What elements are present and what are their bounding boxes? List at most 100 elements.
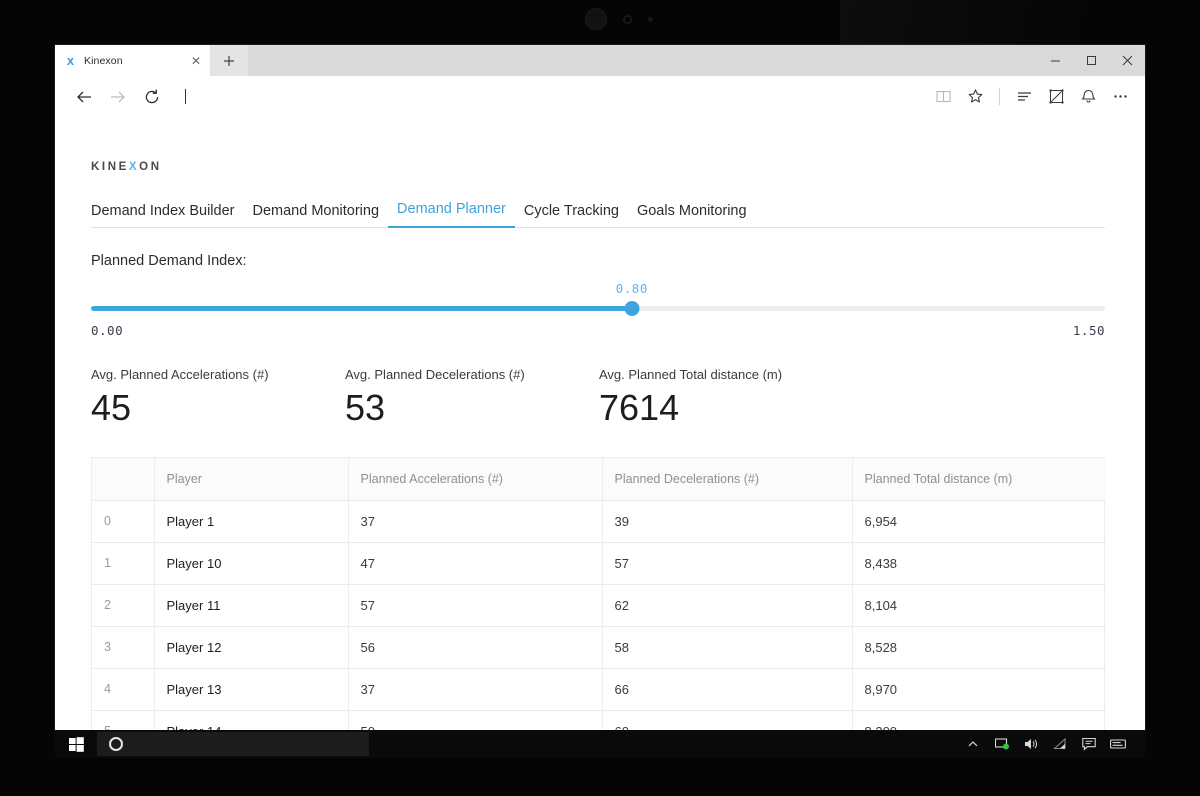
address-bar[interactable]: [175, 83, 924, 111]
display-switch-icon[interactable]: [993, 735, 1011, 753]
column-header-player[interactable]: Player: [154, 457, 349, 501]
windows-taskbar: [55, 730, 1145, 758]
window-controls: [1037, 45, 1145, 76]
kinexon-logo: KINEXON: [91, 161, 1145, 173]
cell-accelerations: 57: [348, 584, 603, 627]
hub-icon[interactable]: [1009, 82, 1039, 112]
brand-prefix: KINE: [91, 161, 129, 173]
tab-strip-empty-area: [248, 45, 1037, 76]
metric-label: Avg. Planned Accelerations (#): [91, 367, 269, 382]
webcam-icon: [585, 8, 607, 30]
cell-index: 0: [92, 500, 155, 543]
action-center-icon[interactable]: [1080, 735, 1098, 753]
table-row: 2 Player 11 57 62 8,104: [92, 584, 1106, 627]
network-icon[interactable]: [1051, 735, 1069, 753]
tab-cycle-tracking[interactable]: Cycle Tracking: [515, 203, 628, 228]
windows-start-icon[interactable]: [55, 730, 97, 758]
new-tab-button[interactable]: [210, 45, 248, 76]
tab-demand-planner[interactable]: Demand Planner: [388, 201, 515, 228]
address-bar-caret: [185, 89, 186, 104]
cell-index: 1: [92, 542, 155, 585]
browser-toolbar-icons: [928, 82, 1135, 112]
web-note-icon[interactable]: [1041, 82, 1071, 112]
browser-tab-title: Kinexon: [84, 54, 123, 67]
planned-demand-table: Player Planned Accelerations (#) Planned…: [91, 456, 1106, 730]
table-row: 4 Player 13 37 66 8,970: [92, 668, 1106, 711]
refresh-icon[interactable]: [135, 80, 169, 114]
browser-tab-strip: x Kinexon ✕: [55, 45, 1145, 76]
cell-player: Player 13: [154, 668, 349, 711]
share-icon[interactable]: [1073, 82, 1103, 112]
column-header-index[interactable]: [92, 457, 155, 501]
cell-total-distance: 6,954: [852, 500, 1106, 543]
metric-label: Avg. Planned Decelerations (#): [345, 367, 525, 382]
cell-player: Player 11: [154, 584, 349, 627]
system-tray: [964, 735, 1145, 753]
cortana-search-box[interactable]: [97, 732, 369, 756]
restore-icon[interactable]: [1073, 45, 1109, 76]
slider-fill: [91, 306, 632, 311]
tab-goals-monitoring[interactable]: Goals Monitoring: [628, 203, 756, 228]
slider-value-label: 0.80: [615, 281, 648, 296]
close-icon[interactable]: ✕: [188, 53, 204, 69]
column-header-decelerations[interactable]: Planned Decelerations (#): [602, 457, 853, 501]
planned-demand-index-slider[interactable]: 0.80: [91, 281, 1105, 317]
show-hidden-icons-chevron[interactable]: [964, 735, 982, 753]
cell-accelerations: 37: [348, 500, 603, 543]
favorites-star-icon[interactable]: [960, 82, 990, 112]
back-arrow-icon[interactable]: [67, 80, 101, 114]
toolbar-divider: [999, 88, 1000, 105]
cell-player: Player 1: [154, 500, 349, 543]
cell-index: 5: [92, 710, 155, 730]
table-row: 5Player 1450608,300: [92, 710, 1106, 730]
cell-total-distance: 8,104: [852, 584, 1106, 627]
slider-min-label: 0.00: [91, 323, 124, 338]
brand-suffix: ON: [139, 161, 162, 173]
cell-accelerations: 47: [348, 542, 603, 585]
metric-card-decelerations: Avg. Planned Decelerations (#) 53: [345, 367, 599, 427]
column-header-accelerations[interactable]: Planned Accelerations (#): [348, 457, 603, 501]
cell-player: Player 10: [154, 542, 349, 585]
tab-demand-index-builder[interactable]: Demand Index Builder: [91, 203, 243, 228]
table-header-row: Player Planned Accelerations (#) Planned…: [92, 457, 1106, 501]
table-row: 0 Player 1 37 39 6,954: [92, 500, 1106, 543]
metric-card-accelerations: Avg. Planned Accelerations (#) 45: [91, 367, 345, 427]
forward-arrow-icon[interactable]: [101, 80, 135, 114]
kinexon-x-favicon: x: [66, 53, 75, 68]
more-icon[interactable]: [1105, 82, 1135, 112]
browser-tab-kinexon[interactable]: x Kinexon ✕: [55, 45, 210, 76]
cell-accelerations: 50: [348, 710, 603, 730]
touch-keyboard-icon[interactable]: [1109, 735, 1127, 753]
column-header-total-distance[interactable]: Planned Total distance (m): [852, 457, 1106, 501]
cell-accelerations: 37: [348, 668, 603, 711]
cell-total-distance: 8,970: [852, 668, 1106, 711]
cell-accelerations: 56: [348, 626, 603, 669]
screen-glare: [840, 0, 1200, 50]
slider-label: Planned Demand Index:: [91, 253, 247, 269]
metric-label: Avg. Planned Total distance (m): [599, 367, 783, 382]
slider-range-labels: 0.00 1.50: [91, 323, 1105, 341]
table-row: 3 Player 12 56 58 8,528: [92, 626, 1106, 669]
cell-player: Player 12: [154, 626, 349, 669]
metric-value: 7614: [599, 387, 680, 428]
reading-view-icon[interactable]: [928, 82, 958, 112]
cell-total-distance: 8,528: [852, 626, 1106, 669]
tab-demand-monitoring[interactable]: Demand Monitoring: [243, 203, 388, 228]
app-tab-bar: Demand Index Builder Demand Monitoring D…: [91, 200, 1105, 228]
cell-decelerations: 57: [602, 542, 853, 585]
sensor-dot-icon: [648, 16, 653, 22]
cell-index: 4: [92, 668, 155, 711]
cell-index: 2: [92, 584, 155, 627]
volume-icon[interactable]: [1022, 735, 1040, 753]
desktop: x Kinexon ✕ KINEXON Demand Index Builder…: [0, 0, 1200, 796]
cell-decelerations: 66: [602, 668, 853, 711]
close-icon[interactable]: [1109, 45, 1145, 76]
metric-value: 53: [345, 387, 386, 428]
metric-card-total-distance: Avg. Planned Total distance (m) 7614: [599, 367, 853, 427]
slider-max-label: 1.50: [1072, 323, 1105, 338]
page-content: KINEXON Demand Index Builder Demand Moni…: [55, 118, 1145, 730]
browser-toolbar: [55, 76, 1145, 118]
cell-index: 3: [92, 626, 155, 669]
minimize-icon[interactable]: [1037, 45, 1073, 76]
slider-handle[interactable]: [624, 301, 640, 316]
